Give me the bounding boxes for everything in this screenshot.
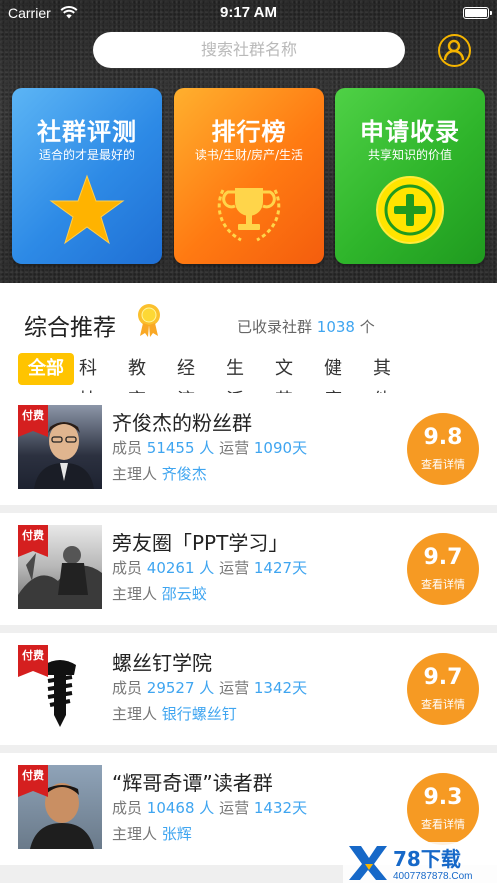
card-subtitle: 适合的才是最好的	[38, 148, 135, 162]
group-thumbnail: 付费	[18, 525, 102, 609]
group-thumbnail: 付费	[18, 645, 102, 729]
view-details-label: 查看详情	[421, 698, 465, 711]
group-thumbnail: 付费	[18, 405, 102, 489]
score-badge[interactable]: 9.7 查看详情	[407, 653, 479, 725]
divider	[0, 505, 497, 513]
operating-days: 1090天	[253, 439, 308, 457]
view-details-label: 查看详情	[421, 458, 465, 471]
paid-badge: 付费	[18, 405, 48, 437]
star-icon	[49, 174, 125, 245]
trophy-icon	[217, 188, 281, 242]
user-profile-button[interactable]	[438, 34, 471, 67]
watermark-brand: 78下载	[393, 847, 461, 871]
card-subtitle: 共享知识的价值	[367, 148, 452, 162]
owner-name[interactable]: 邵云蛟	[162, 585, 207, 603]
watermark-logo-icon: 78下载 4007787878.Com	[343, 842, 497, 883]
card-subtitle: 读书/生财/房产/生活	[194, 148, 304, 162]
member-count: 29527	[146, 679, 195, 697]
group-name: “辉哥奇谭”读者群	[112, 771, 273, 795]
tab-tech[interactable]: 科技	[79, 353, 97, 411]
group-owner: 主理人 银行螺丝钉	[112, 705, 237, 723]
list-item[interactable]: 付费 螺丝钉学院 成员 29527 人 运营 1342天 主理人 银行螺丝钉 9…	[0, 633, 497, 745]
card-title: 申请收录	[360, 118, 460, 146]
search-input[interactable]: 搜索社群名称	[93, 32, 405, 68]
view-details-label: 查看详情	[421, 578, 465, 591]
operating-days: 1427天	[253, 559, 308, 577]
collected-count: 已收录社群 1038 个	[237, 318, 375, 336]
member-count: 40261	[146, 559, 195, 577]
group-stats: 成员 29527 人 运营 1342天	[112, 679, 308, 697]
tab-all[interactable]: 全部	[18, 353, 74, 385]
status-bar: Carrier 9:17 AM	[0, 0, 497, 26]
operating-days: 1432天	[253, 799, 308, 817]
owner-name[interactable]: 张辉	[162, 825, 192, 843]
group-name: 螺丝钉学院	[112, 651, 212, 675]
community-review-card[interactable]: 社群评测 适合的才是最好的	[12, 88, 162, 264]
paid-badge: 付费	[18, 525, 48, 557]
list-item[interactable]: 付费 旁友圈「PPT学习」 成员 40261 人 运营 1427天 主理人 邵云…	[0, 513, 497, 625]
recommend-title: 综合推荐	[24, 315, 116, 341]
apply-inclusion-card[interactable]: 申请收录 共享知识的价值	[335, 88, 485, 264]
group-stats: 成员 40261 人 运营 1427天	[112, 559, 308, 577]
paid-badge: 付费	[18, 765, 48, 797]
paid-badge: 付费	[18, 645, 48, 677]
group-stats: 成员 10468 人 运营 1432天	[112, 799, 308, 817]
member-count: 10468	[146, 799, 195, 817]
tab-other[interactable]: 其他	[373, 353, 391, 411]
ranking-card[interactable]: 排行榜 读书/生财/房产/生活	[174, 88, 324, 264]
operating-days: 1342天	[253, 679, 308, 697]
clock: 9:17 AM	[220, 4, 277, 21]
divider	[0, 625, 497, 633]
view-details-label: 查看详情	[421, 818, 465, 831]
collected-number: 1038	[316, 318, 355, 336]
tab-life[interactable]: 生活	[226, 353, 244, 411]
group-owner: 主理人 齐俊杰	[112, 465, 207, 483]
group-stats: 成员 51455 人 运营 1090天	[112, 439, 308, 457]
user-icon	[443, 39, 465, 61]
owner-name[interactable]: 银行螺丝钉	[162, 705, 237, 723]
group-owner: 主理人 邵云蛟	[112, 585, 207, 603]
score-value: 9.7	[423, 545, 463, 570]
tab-economy[interactable]: 经济	[177, 353, 195, 411]
medal-icon	[138, 304, 160, 337]
watermark-url: 4007787878.Com	[393, 871, 473, 882]
group-thumbnail: 付费	[18, 765, 102, 849]
member-count: 51455	[146, 439, 195, 457]
score-badge[interactable]: 9.7 查看详情	[407, 533, 479, 605]
tab-education[interactable]: 教育	[128, 353, 146, 411]
group-name: 齐俊杰的粉丝群	[112, 411, 252, 435]
plus-circle-icon	[376, 176, 444, 244]
card-title: 排行榜	[211, 118, 287, 146]
group-owner: 主理人 张辉	[112, 825, 192, 843]
tab-health[interactable]: 健康	[324, 353, 342, 411]
site-watermark: 78下载 4007787878.Com	[343, 842, 497, 883]
score-value: 9.7	[423, 665, 463, 690]
score-value: 9.3	[423, 785, 463, 810]
score-badge[interactable]: 9.3 查看详情	[407, 773, 479, 845]
group-name: 旁友圈「PPT学习」	[112, 531, 289, 555]
battery-icon	[463, 7, 492, 19]
divider	[0, 745, 497, 753]
score-badge[interactable]: 9.8 查看详情	[407, 413, 479, 485]
list-item[interactable]: 付费 齐俊杰的粉丝群 成员 51455 人 运营 1090天 主理人 齐俊杰 9…	[0, 393, 497, 505]
score-value: 9.8	[423, 425, 463, 450]
header-banner: Carrier 9:17 AM 搜索社群名称 社群评测 适合的才是最好的 排行榜…	[0, 0, 497, 283]
tab-arts[interactable]: 文艺	[275, 353, 293, 411]
owner-name[interactable]: 齐俊杰	[162, 465, 207, 483]
card-title: 社群评测	[37, 118, 137, 146]
